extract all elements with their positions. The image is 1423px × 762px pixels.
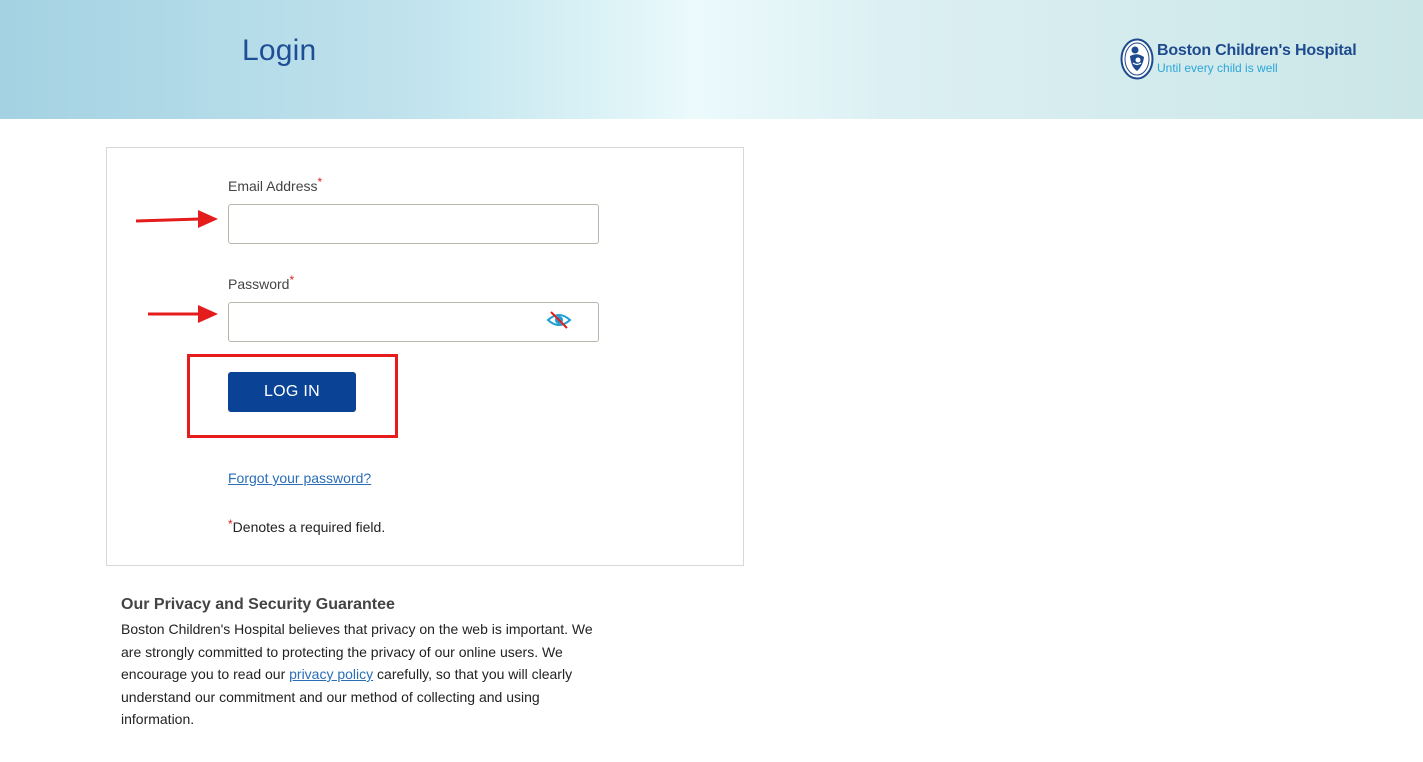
email-label: Email Address* <box>228 175 323 194</box>
email-required-marker: * <box>317 175 323 189</box>
eye-slash-icon[interactable] <box>546 310 572 330</box>
hospital-emblem-icon <box>1120 38 1154 80</box>
forgot-password-link[interactable]: Forgot your password? <box>228 470 371 486</box>
hospital-logo[interactable]: Boston Children's Hospital Until every c… <box>1120 38 1360 80</box>
privacy-heading: Our Privacy and Security Guarantee <box>121 596 395 613</box>
email-input[interactable] <box>228 204 599 244</box>
password-required-marker: * <box>289 273 295 287</box>
page-title: Login <box>242 34 317 67</box>
password-label: Password* <box>228 273 295 292</box>
login-button[interactable]: LOG IN <box>228 372 356 412</box>
annotation-arrow-password <box>148 305 218 323</box>
annotation-arrow-email <box>135 210 218 228</box>
privacy-policy-link[interactable]: privacy policy <box>289 666 373 682</box>
required-note-text: Denotes a required field. <box>232 519 386 535</box>
privacy-paragraph: Boston Children's Hospital believes that… <box>121 618 601 731</box>
logo-name: Boston Children's Hospital <box>1157 42 1357 59</box>
password-label-text: Password <box>228 276 290 292</box>
logo-tagline: Until every child is well <box>1157 61 1278 75</box>
required-note-marker: * <box>228 517 233 531</box>
password-input[interactable] <box>228 302 599 342</box>
required-field-note: *Denotes a required field. <box>228 517 386 535</box>
email-label-text: Email Address <box>228 178 318 194</box>
page-header: Login Boston Children's Hospital Until e… <box>0 0 1423 119</box>
